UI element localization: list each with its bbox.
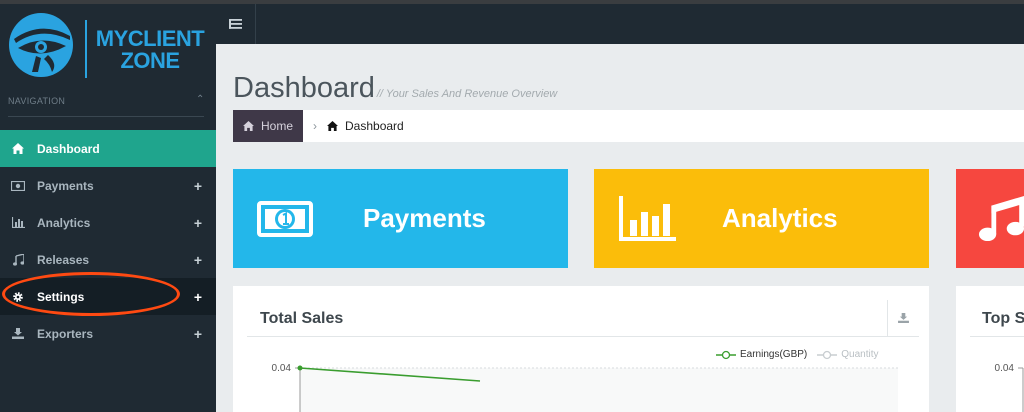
- sidebar-item-label: Exporters: [37, 326, 94, 341]
- music-icon: [978, 195, 1024, 241]
- earnings-point[interactable]: [297, 365, 303, 371]
- sidebar: MYCLIENT ZONE NAVIGATION ⌃ Dashboard Pay…: [0, 4, 216, 412]
- sidebar-item-label: Dashboard: [37, 141, 100, 156]
- page-title-text: Dashboard: [233, 72, 375, 104]
- sidebar-item-label: Analytics: [37, 215, 91, 230]
- music-icon: [10, 253, 26, 267]
- panel-top-sales: Top Sa 0.04: [956, 286, 1024, 412]
- tile-payments[interactable]: Payments: [233, 169, 568, 268]
- sidebar-item-label: Releases: [37, 252, 90, 267]
- home-icon: [327, 121, 338, 131]
- breadcrumb: Home › Dashboard: [233, 110, 1024, 142]
- nav-list: Dashboard Payments + Analytics + Release…: [0, 130, 216, 352]
- expand-icon[interactable]: +: [194, 289, 202, 305]
- top-header: [216, 4, 1024, 44]
- sidebar-item-payments[interactable]: Payments +: [0, 167, 216, 204]
- expand-icon[interactable]: +: [194, 326, 202, 342]
- sidebar-item-label: Payments: [37, 178, 94, 193]
- eye-of-horus-icon: [9, 13, 73, 77]
- sidebar-item-settings[interactable]: Settings +: [0, 278, 216, 315]
- breadcrumb-current-label: Dashboard: [345, 119, 404, 133]
- money-icon: [257, 200, 313, 237]
- sidebar-item-dashboard[interactable]: Dashboard: [0, 130, 216, 167]
- logo-divider: [85, 20, 87, 78]
- home-icon: [10, 142, 26, 156]
- total-sales-chart: 0.04: [272, 363, 898, 412]
- nav-heading: NAVIGATION: [8, 96, 66, 106]
- page-title: Dashboard// Your Sales And Revenue Overv…: [233, 72, 557, 105]
- download-icon: [10, 327, 26, 341]
- tile-releases[interactable]: [956, 169, 1024, 268]
- sidebar-item-label: Settings: [37, 289, 85, 304]
- tile-payments-label: Payments: [363, 203, 486, 233]
- breadcrumb-separator: ›: [313, 119, 318, 133]
- brand-name: MYCLIENT ZONE: [90, 28, 210, 72]
- tile-analytics-label: Analytics: [722, 203, 838, 233]
- panel-total-sales: Total Sales Earnings(GBP) Quantity 0.04: [233, 286, 929, 412]
- top-sales-chart: 0.04: [995, 363, 1024, 412]
- menu-toggle-button[interactable]: [216, 4, 256, 44]
- breadcrumb-current: Dashboard: [327, 119, 404, 133]
- sidebar-item-releases[interactable]: Releases +: [0, 241, 216, 278]
- brand-logo[interactable]: MYCLIENT ZONE: [8, 10, 208, 80]
- chart-y-tick-label: 0.04: [995, 363, 1015, 374]
- gear-icon: [10, 290, 26, 304]
- brand-line-2: ZONE: [120, 48, 180, 73]
- bar-chart-icon: [619, 195, 676, 241]
- money-icon: [10, 179, 26, 193]
- nav-divider: [8, 116, 204, 117]
- bar-chart-icon: [10, 216, 26, 230]
- chart-y-tick-label: 0.04: [272, 363, 292, 374]
- sidebar-item-analytics[interactable]: Analytics +: [0, 204, 216, 241]
- tile-analytics[interactable]: Analytics: [594, 169, 929, 268]
- expand-icon[interactable]: +: [194, 178, 202, 194]
- sidebar-item-exporters[interactable]: Exporters +: [0, 315, 216, 352]
- breadcrumb-home-link[interactable]: Home: [233, 110, 304, 142]
- nav-collapse-icon[interactable]: ⌃: [196, 94, 204, 105]
- expand-icon[interactable]: +: [194, 252, 202, 268]
- expand-icon[interactable]: +: [194, 215, 202, 231]
- breadcrumb-home-label: Home: [261, 119, 294, 133]
- hamburger-menu-icon: [229, 19, 242, 29]
- home-icon: [243, 121, 254, 131]
- brand-line-1: MYCLIENT: [95, 26, 205, 51]
- page-subtitle: // Your Sales And Revenue Overview: [376, 88, 558, 100]
